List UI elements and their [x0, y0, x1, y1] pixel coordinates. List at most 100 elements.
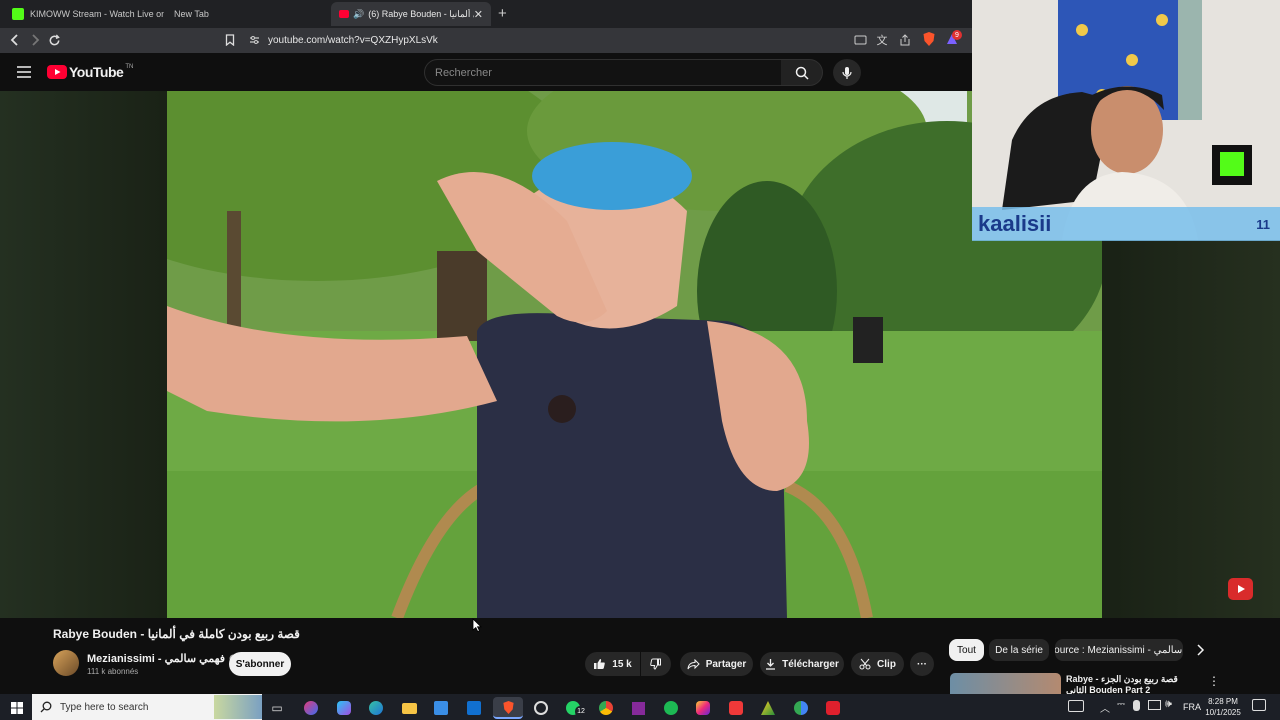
clip-label: Clip: [877, 658, 896, 670]
channel-avatar[interactable]: [53, 650, 79, 676]
youtube-favicon-icon: [339, 10, 349, 18]
subscriber-count: 111 k abonnés: [87, 667, 139, 676]
download-icon: [766, 659, 776, 670]
brave-app-icon[interactable]: [493, 697, 523, 719]
chrome-app-icon[interactable]: [595, 697, 617, 719]
file-explorer-app-icon[interactable]: [398, 697, 420, 719]
cast-icon[interactable]: [852, 32, 868, 48]
chips-next-icon[interactable]: [1195, 643, 1205, 662]
kick-favicon-icon: [12, 8, 24, 20]
clock-date: 10/1/2025: [1205, 708, 1241, 717]
share-button[interactable]: Partager: [680, 652, 753, 676]
recommended-video-thumbnail[interactable]: [950, 673, 1061, 694]
store-app-icon[interactable]: [430, 697, 452, 719]
like-button[interactable]: 15 k: [585, 652, 640, 676]
site-settings-icon[interactable]: [246, 32, 262, 48]
webcam-overlay: [972, 0, 1280, 240]
vivaldi-app-icon[interactable]: [725, 697, 747, 719]
chip-source[interactable]: Source : Mezianissimi - سالمي...: [1055, 639, 1183, 661]
copilot-app-icon[interactable]: [300, 697, 322, 719]
recommended-video-title[interactable]: Rabye - قصة ربيع بودن الجزء الثاني Boude…: [1066, 674, 1196, 694]
youtube-logo[interactable]: YouTube TN: [47, 64, 133, 80]
microphone-tray-icon[interactable]: [1133, 700, 1140, 711]
network-tray-icon[interactable]: [1148, 700, 1161, 710]
obs-app-icon[interactable]: [530, 697, 552, 719]
brave-shields-icon[interactable]: [921, 31, 937, 47]
search-icon: [40, 701, 52, 713]
bookmark-icon[interactable]: [222, 32, 238, 48]
task-view-icon[interactable]: ▭: [266, 697, 288, 719]
taskbar-search-placeholder: Type here to search: [60, 701, 149, 713]
windows-start-icon[interactable]: [6, 697, 28, 719]
clock-time: 8:28 PM: [1208, 697, 1238, 706]
hamburger-menu-icon[interactable]: [16, 65, 32, 79]
speaker-icon: 🔊: [353, 8, 365, 19]
notifications-icon[interactable]: [1252, 699, 1266, 711]
edge-app-icon[interactable]: [365, 697, 387, 719]
translate-icon[interactable]: 文: [874, 32, 890, 48]
streamer-username: kaalisii: [978, 211, 1052, 236]
youtube-play-logo-icon: [47, 65, 67, 79]
clock[interactable]: 8:28 PM 10/1/2025: [1200, 696, 1246, 718]
tab-kimoww-stream[interactable]: KIMOWW Stream - Watch Live on Ki: [4, 2, 164, 26]
visual-studio-app-icon[interactable]: [627, 697, 649, 719]
tab-new-tab[interactable]: New Tab: [166, 2, 326, 26]
mouse-cursor-icon: [472, 618, 482, 637]
youtube-logo-text: YouTube: [69, 64, 124, 80]
subscribe-button[interactable]: S'abonner: [229, 652, 291, 676]
voice-search-button[interactable]: [833, 59, 861, 86]
video-frame-scene: [167, 91, 1102, 618]
more-actions-button[interactable]: ···: [910, 652, 934, 676]
like-count: 15 k: [612, 658, 632, 670]
tab-youtube-video[interactable]: 🔊 (6) Rabye Bouden - قصة ربيع بودن كاملة…: [331, 2, 491, 26]
scissors-icon: [859, 658, 871, 670]
share-label: Partager: [705, 658, 747, 670]
thumbs-up-icon: [594, 659, 606, 669]
download-button[interactable]: Télécharger: [760, 652, 844, 676]
clip-button[interactable]: Clip: [851, 652, 904, 676]
search-input[interactable]: Rechercher: [424, 59, 782, 86]
usb-tray-icon[interactable]: ⎓: [1117, 699, 1125, 710]
share-page-icon[interactable]: [897, 32, 913, 48]
recommended-more-icon[interactable]: ⋮: [1208, 674, 1220, 688]
chrome-profile-app-icon[interactable]: [790, 697, 812, 719]
volume-tray-icon[interactable]: 🕪: [1165, 698, 1172, 711]
channel-name-row[interactable]: Mezianissimi - فهمي سالمي: [87, 652, 238, 665]
video-player[interactable]: [167, 91, 1102, 618]
microphone-icon: [842, 66, 852, 79]
tab-label: New Tab: [174, 9, 209, 19]
thumbs-down-icon: [650, 658, 661, 670]
keyboard-tray-icon[interactable]: [1068, 700, 1084, 712]
reload-icon[interactable]: [46, 32, 62, 48]
download-label: Télécharger: [782, 658, 839, 670]
search-button[interactable]: [781, 59, 823, 86]
chip-series[interactable]: De la série: [989, 639, 1049, 661]
search-icon: [795, 66, 809, 80]
norton-app-icon[interactable]: [757, 697, 779, 719]
tab-label: (6) Rabye Bouden - قصة ربيع بودن كاملة ف…: [368, 8, 474, 19]
forward-icon[interactable]: [27, 32, 43, 48]
copilot-pro-app-icon[interactable]: [333, 697, 355, 719]
new-tab-button[interactable]: +: [498, 5, 507, 22]
youtube-region-code: TN: [125, 64, 134, 70]
channel-name: Mezianissimi - فهمي سالمي: [87, 653, 226, 665]
whatsapp-badge: 12: [575, 706, 587, 717]
back-icon[interactable]: [7, 32, 23, 48]
close-tab-icon[interactable]: ✕: [474, 8, 483, 21]
anydesk-app-icon[interactable]: [822, 697, 844, 719]
search-highlight-image: [214, 695, 262, 719]
chip-all[interactable]: Tout: [949, 639, 984, 661]
language-indicator[interactable]: FRA: [1183, 702, 1201, 712]
streamer-count: 11: [1256, 216, 1270, 232]
spotify-app-icon[interactable]: [660, 697, 682, 719]
tab-label: KIMOWW Stream - Watch Live on Ki: [30, 9, 164, 19]
share-arrow-icon: [687, 658, 700, 669]
taskbar-search-box[interactable]: Type here to search: [32, 694, 262, 720]
show-hidden-icons-icon[interactable]: ︿: [1100, 700, 1110, 715]
subscribe-overlay-icon: [1228, 578, 1253, 600]
dislike-button[interactable]: [641, 652, 671, 676]
instagram-app-icon[interactable]: [692, 697, 714, 719]
url-text: youtube.com/watch?v=QXZHypXLsVk: [268, 34, 438, 46]
outlook-app-icon[interactable]: [463, 697, 485, 719]
webcam-name-banner: kaalisii 11: [972, 207, 1280, 241]
